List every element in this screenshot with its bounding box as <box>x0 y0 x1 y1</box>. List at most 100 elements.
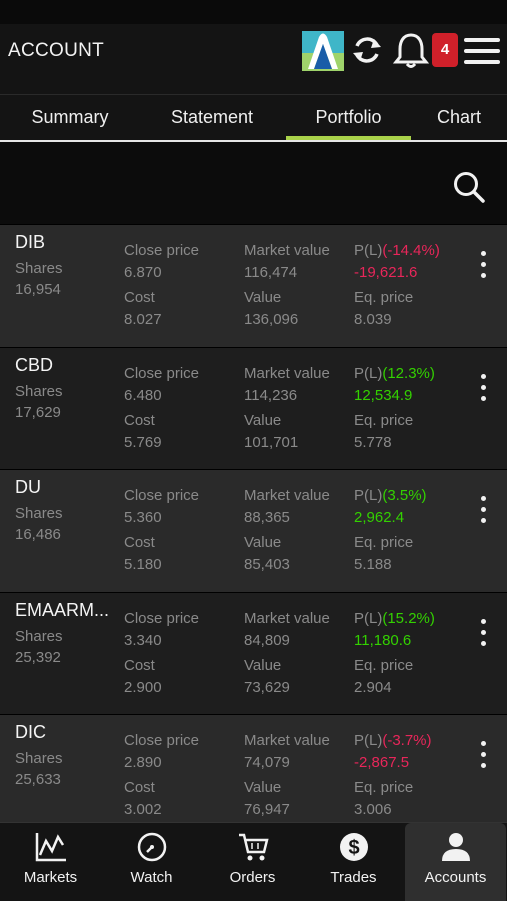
more-options-icon[interactable] <box>474 373 492 408</box>
value-label: Value <box>244 656 282 674</box>
nav-accounts-label: Accounts <box>424 869 487 886</box>
tab-statement[interactable]: Statement <box>158 95 266 141</box>
value-value: 76,947 <box>244 801 290 818</box>
clock-icon <box>137 832 167 862</box>
holding-row[interactable]: DIC Shares 25,633 Close price 2.890 Cost 3.002… <box>0 714 507 822</box>
cost-label: Cost <box>124 779 155 796</box>
cost-label: Cost <box>124 289 155 306</box>
value-value: 85,403 <box>244 556 290 573</box>
close-price-value: 6.870 <box>124 264 162 281</box>
close-price-value: 5.360 <box>124 509 162 526</box>
nav-markets-label: Markets <box>23 869 78 886</box>
value-value: 73,629 <box>244 678 290 696</box>
cost-value: 2.900 <box>124 678 162 696</box>
shares-value: 25,392 <box>15 648 61 666</box>
eq-price-label: Eq. price <box>354 289 414 306</box>
market-value-value: 88,365 <box>244 509 290 526</box>
pl-percent: (-3.7%) <box>382 732 432 749</box>
close-price-value: 2.890 <box>124 754 162 771</box>
holding-symbol: CBD <box>15 354 54 375</box>
pl-prefix: P(L) <box>354 364 383 382</box>
market-value-label: Market value <box>244 487 330 504</box>
pl-label: P(L)(-3.7%) <box>354 732 432 749</box>
close-price-label: Close price <box>124 732 200 749</box>
eq-price-label: Eq. price <box>354 656 414 674</box>
close-price-label: Close price <box>124 487 200 504</box>
cost-label: Cost <box>124 411 155 429</box>
nav-watch-label: Watch <box>130 869 173 886</box>
notification-badge[interactable]: 4 <box>432 33 458 67</box>
app-logo-icon <box>302 31 344 71</box>
cost-value: 3.002 <box>124 801 162 818</box>
eq-price-value: 5.778 <box>354 433 392 451</box>
shares-value: 25,633 <box>15 771 61 788</box>
market-value-label: Market value <box>244 609 330 627</box>
nav-markets[interactable]: Markets <box>0 823 101 901</box>
nav-orders[interactable]: Orders <box>202 823 303 901</box>
holding-row[interactable]: EMAARM... Shares 25,392 Close price 3.340 Cos… <box>0 591 507 715</box>
nav-watch[interactable]: Watch <box>101 823 202 901</box>
cart-icon <box>239 833 269 861</box>
close-price-value: 3.340 <box>124 631 162 649</box>
pl-percent: (12.3%) <box>382 364 435 382</box>
holding-symbol: DU <box>15 477 41 497</box>
eq-price-label: Eq. price <box>354 779 414 796</box>
value-label: Value <box>244 534 282 551</box>
market-value-value: 74,079 <box>244 754 290 771</box>
search-bar <box>0 142 507 224</box>
pl-label: P(L)(12.3%) <box>354 365 435 382</box>
eq-price-value: 3.006 <box>354 801 392 818</box>
cost-value: 5.769 <box>124 433 162 451</box>
tab-summary[interactable]: Summary <box>18 95 122 141</box>
pl-percent: (-14.4%) <box>382 242 440 259</box>
pl-percent: (15.2%) <box>382 609 435 627</box>
pl-prefix: P(L) <box>354 487 383 504</box>
market-value-value: 114,236 <box>244 386 298 404</box>
pl-percent: (3.5%) <box>382 487 427 504</box>
nav-trades[interactable]: $ Trades <box>303 823 404 901</box>
pl-amount: -2,867.5 <box>354 754 410 771</box>
eq-price-value: 2.904 <box>354 678 392 696</box>
more-options-icon[interactable] <box>474 251 492 285</box>
nav-orders-label: Orders <box>229 869 276 886</box>
tab-chart[interactable]: Chart <box>425 95 493 141</box>
more-options-icon[interactable] <box>474 618 492 653</box>
shares-value: 17,629 <box>15 403 61 421</box>
hamburger-menu-icon[interactable] <box>464 36 500 66</box>
cost-label: Cost <box>124 656 155 674</box>
holding-symbol: DIB <box>15 232 46 252</box>
pl-prefix: P(L) <box>354 242 383 259</box>
holding-row[interactable]: CBD Shares 17,629 Close price 6.480 Cost 5.769… <box>0 346 507 470</box>
nav-accounts[interactable]: Accounts <box>405 823 506 901</box>
value-label: Value <box>244 289 282 306</box>
pl-amount: 2,962.4 <box>354 509 405 526</box>
pl-prefix: P(L) <box>354 609 383 627</box>
pl-prefix: P(L) <box>354 732 383 749</box>
more-options-icon[interactable] <box>474 496 492 530</box>
shares-label: Shares <box>15 260 63 277</box>
dollar-icon: $ <box>340 833 368 861</box>
holding-row[interactable]: DU Shares 16,486 Close price 5.360 Cost 5.180 M… <box>0 469 507 592</box>
search-icon[interactable] <box>452 170 486 204</box>
bell-icon[interactable] <box>391 31 431 71</box>
shares-label: Shares <box>15 382 63 400</box>
pl-amount: 11,180.6 <box>354 631 412 649</box>
shares-label: Shares <box>15 627 63 645</box>
shares-value: 16,954 <box>15 281 61 298</box>
market-value-label: Market value <box>244 364 330 382</box>
tab-portfolio[interactable]: Portfolio <box>286 95 411 141</box>
line-chart-icon <box>35 833 66 862</box>
nav-trades-label: Trades <box>330 869 377 886</box>
value-value: 136,096 <box>244 311 299 328</box>
refresh-icon[interactable] <box>350 33 384 67</box>
more-options-icon[interactable] <box>474 741 492 775</box>
status-bar <box>0 0 507 24</box>
holding-row[interactable]: DIB Shares 16,954 Close price 6.870 Cost 8.027… <box>0 224 507 347</box>
holding-symbol: EMAARM... <box>15 599 110 620</box>
tab-bar: Summary Statement Portfolio Chart <box>0 94 507 141</box>
bottom-nav: Markets Watch Orders $ Trades Accounts <box>0 822 507 901</box>
close-price-label: Close price <box>124 609 200 627</box>
value-value: 101,701 <box>244 433 299 451</box>
shares-label: Shares <box>15 750 63 767</box>
pl-amount: -19,621.6 <box>354 264 418 281</box>
